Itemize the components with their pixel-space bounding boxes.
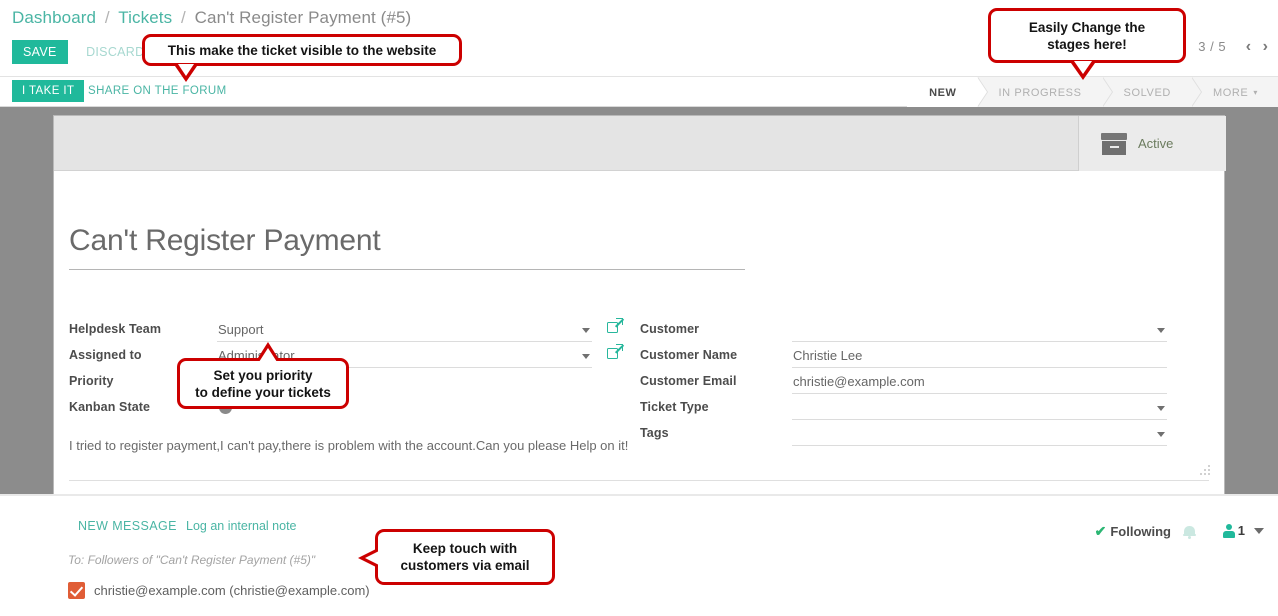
breadcrumb-separator: / bbox=[105, 8, 110, 27]
stage-more-dropdown[interactable]: MORE ▾ bbox=[1191, 77, 1278, 108]
customer-email-input[interactable]: christie@example.com bbox=[792, 374, 1167, 394]
callout-text-line1: Set you priority bbox=[213, 367, 312, 384]
callout-priority: Set you priority to define your tickets bbox=[177, 358, 349, 409]
field-value: christie@example.com bbox=[793, 374, 925, 389]
chevron-down-icon[interactable] bbox=[1157, 328, 1165, 333]
share-on-the-forum-button[interactable]: SHARE ON THE FORUM bbox=[88, 85, 227, 97]
callout-tail-fill bbox=[365, 551, 379, 565]
record-sheet: Active Can't Register Payment Helpdesk T… bbox=[53, 115, 1225, 494]
callout-tail-fill bbox=[259, 348, 277, 362]
callout-text-line1: Easily Change the bbox=[1029, 19, 1145, 36]
field-priority: Priority ★ ★ ☆ bbox=[69, 371, 629, 397]
stage-label: SOLVED bbox=[1124, 87, 1171, 99]
chatter: NEW MESSAGE Log an internal note To: Fol… bbox=[0, 494, 1278, 616]
new-message-button[interactable]: NEW MESSAGE bbox=[78, 519, 177, 533]
form-right-column: Customer Customer Name Christie Lee Cust… bbox=[640, 319, 1185, 449]
following-button[interactable]: ✔ Following bbox=[1095, 523, 1196, 540]
description-text[interactable]: I tried to register payment,I can't pay,… bbox=[69, 437, 1169, 455]
stage-label: MORE bbox=[1213, 87, 1248, 99]
field-label: Priority bbox=[69, 374, 114, 388]
external-link-icon[interactable] bbox=[607, 346, 621, 360]
discard-button[interactable]: DISCARD bbox=[86, 45, 144, 59]
page-title[interactable]: Can't Register Payment bbox=[69, 224, 745, 270]
breadcrumb-item-current: Can't Register Payment (#5) bbox=[195, 8, 412, 27]
stage-label: NEW bbox=[929, 87, 956, 99]
pager-count: 3 / 5 bbox=[1198, 39, 1226, 54]
stage-label: IN PROGRESS bbox=[999, 87, 1082, 99]
field-label: Customer Name bbox=[640, 348, 737, 362]
form-canvas: Active Can't Register Payment Helpdesk T… bbox=[0, 107, 1278, 494]
field-label: Customer bbox=[640, 322, 699, 336]
pager-previous-icon[interactable]: ‹ bbox=[1246, 38, 1251, 55]
field-label: Customer Email bbox=[640, 374, 737, 388]
description-divider bbox=[69, 480, 1209, 481]
field-ticket-type: Ticket Type bbox=[640, 397, 1185, 423]
callout-website: This make the ticket visible to the webs… bbox=[142, 34, 462, 66]
chevron-down-icon: ▾ bbox=[1253, 88, 1258, 97]
log-internal-note-button[interactable]: Log an internal note bbox=[186, 519, 297, 533]
pager: 3 / 5 ‹ › bbox=[1198, 38, 1268, 56]
ticket-type-input[interactable] bbox=[792, 400, 1167, 420]
recipient-row: christie@example.com (christie@example.c… bbox=[68, 582, 370, 599]
field-value: Christie Lee bbox=[793, 348, 862, 363]
breadcrumb: Dashboard / Tickets / Can't Register Pay… bbox=[12, 8, 411, 28]
breadcrumb-item-tickets[interactable]: Tickets bbox=[118, 8, 172, 27]
callout-tail-fill bbox=[178, 64, 194, 76]
following-label: Following bbox=[1110, 524, 1171, 539]
sheet-header-band: Active bbox=[54, 116, 1226, 171]
record-action-buttons: SAVE DISCARD bbox=[12, 40, 144, 64]
callout-text-line2: customers via email bbox=[400, 557, 529, 574]
callout-text-line1: Keep touch with bbox=[413, 540, 517, 557]
breadcrumb-separator: / bbox=[181, 8, 186, 27]
stage-in-progress[interactable]: IN PROGRESS bbox=[977, 77, 1102, 108]
helpdesk-team-input[interactable]: Support bbox=[217, 322, 592, 342]
stage-pipeline: NEW IN PROGRESS SOLVED MORE ▾ bbox=[907, 77, 1278, 108]
bell-icon[interactable] bbox=[1183, 524, 1196, 539]
field-customer: Customer bbox=[640, 319, 1185, 345]
chevron-down-icon[interactable] bbox=[582, 328, 590, 333]
chevron-down-icon[interactable] bbox=[582, 354, 590, 359]
followers-dropdown[interactable]: 1 bbox=[1223, 523, 1264, 538]
recipient-checkbox[interactable] bbox=[68, 582, 85, 599]
to-followers-label: To: Followers of "Can't Register Payment… bbox=[68, 553, 315, 567]
field-assigned-to: Assigned to Administrator bbox=[69, 345, 629, 371]
callout-stages: Easily Change the stages here! bbox=[988, 8, 1186, 63]
chevron-down-icon[interactable] bbox=[1254, 528, 1264, 534]
field-value: Support bbox=[218, 322, 264, 337]
field-customer-name: Customer Name Christie Lee bbox=[640, 345, 1185, 371]
chevron-down-icon[interactable] bbox=[1157, 406, 1165, 411]
callout-text: This make the ticket visible to the webs… bbox=[168, 42, 437, 59]
followers-count: 1 bbox=[1238, 523, 1245, 538]
active-status-button[interactable]: Active bbox=[1078, 116, 1226, 171]
field-helpdesk-team: Helpdesk Team Support bbox=[69, 319, 629, 345]
breadcrumb-item-dashboard[interactable]: Dashboard bbox=[12, 8, 96, 27]
customer-input[interactable] bbox=[792, 322, 1167, 342]
callout-tail-fill bbox=[1074, 61, 1092, 74]
field-label: Helpdesk Team bbox=[69, 322, 161, 336]
pager-next-icon[interactable]: › bbox=[1263, 38, 1268, 55]
chatter-divider bbox=[0, 494, 1278, 496]
save-button[interactable]: SAVE bbox=[12, 40, 68, 64]
form-left-column: Helpdesk Team Support Assigned to Admini… bbox=[69, 319, 629, 423]
person-icon bbox=[1223, 524, 1235, 538]
callout-email: Keep touch with customers via email bbox=[375, 529, 555, 585]
field-kanban-state: Kanban State bbox=[69, 397, 629, 423]
field-customer-email: Customer Email christie@example.com bbox=[640, 371, 1185, 397]
callout-text-line2: stages here! bbox=[1047, 36, 1127, 53]
check-icon: ✔ bbox=[1095, 523, 1107, 540]
field-label: Kanban State bbox=[69, 400, 150, 414]
customer-name-input[interactable]: Christie Lee bbox=[792, 348, 1167, 368]
resize-handle[interactable] bbox=[1200, 465, 1211, 476]
active-label: Active bbox=[1138, 136, 1173, 151]
external-link-icon[interactable] bbox=[607, 320, 621, 334]
field-label: Assigned to bbox=[69, 348, 142, 362]
recipient-label: christie@example.com (christie@example.c… bbox=[94, 583, 370, 598]
field-label: Ticket Type bbox=[640, 400, 709, 414]
i-take-it-button[interactable]: I TAKE IT bbox=[12, 80, 84, 102]
archive-box-icon bbox=[1101, 133, 1127, 155]
stage-solved[interactable]: SOLVED bbox=[1102, 77, 1191, 108]
stage-new[interactable]: NEW bbox=[907, 77, 976, 108]
callout-text-line2: to define your tickets bbox=[195, 384, 331, 401]
